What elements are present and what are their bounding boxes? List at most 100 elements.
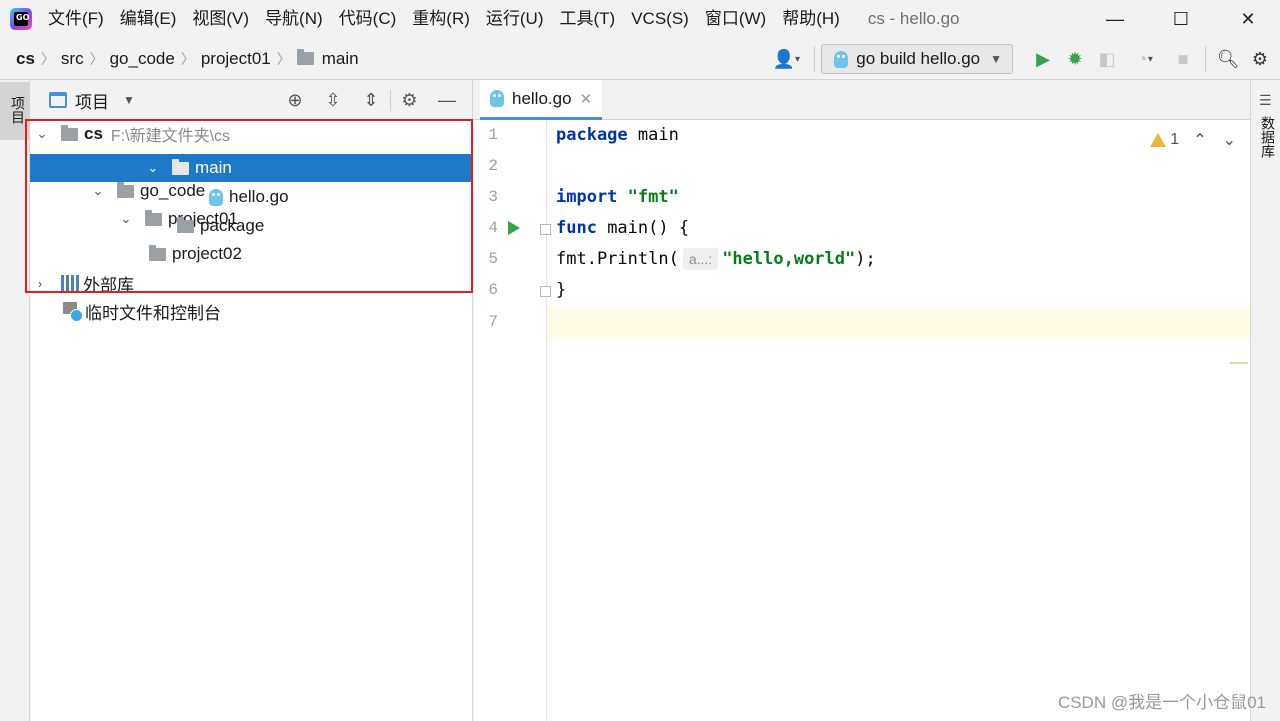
parameter-hint: a...: [682,248,719,270]
tree-item-project02[interactable]: project02 [31,240,473,268]
breadcrumb-item-main[interactable]: main [322,49,359,69]
editor-tab-bar: hello.go ✕ [474,80,1250,120]
collapse-all-icon[interactable]: ⇕ [352,90,390,111]
line-number: 6 [488,281,498,299]
right-tool-strip: ☰ 数据库 [1250,80,1280,721]
editor-gutter: 1 2 3 4 5 6 7 [474,120,551,721]
menu-help[interactable]: 帮助(H) [774,0,848,38]
tree-item-package[interactable]: package [31,212,473,240]
go-file-icon [490,90,504,107]
warning-icon [1150,133,1167,147]
code-line: func main() { [556,218,690,238]
line-number: 1 [488,126,498,144]
folder-icon [149,244,166,261]
project-path: F:\新建文件夹\cs [110,128,231,145]
line-number: 3 [488,188,498,206]
title-bar: GO 文件(F) 编辑(E) 视图(V) 导航(N) 代码(C) 重构(R) 运… [0,0,1280,38]
hide-panel-icon[interactable]: — [428,90,466,111]
project-view-icon [49,92,67,108]
menu-edit[interactable]: 编辑(E) [112,0,185,38]
menu-bar: 文件(F) 编辑(E) 视图(V) 导航(N) 代码(C) 重构(R) 运行(U… [40,0,848,38]
line-number: 7 [488,313,498,331]
left-tool-strip: 项目 [0,80,30,721]
profile-icon[interactable]: ◔ ▾ [1123,43,1167,75]
library-icon [61,275,79,291]
close-window-button[interactable]: ✕ [1218,0,1278,38]
toolbar: 👤 ▾ go build hello.go ▼ ▶ ✹ ◧ ◔ ▾ ■ 🔍︎ ⚙ [764,38,1280,80]
expand-all-icon[interactable]: ⇳ [314,90,352,111]
project-tool-tab[interactable]: 项目 [0,82,30,140]
folder-icon [172,158,189,175]
tree-label: 外部库 [83,275,134,295]
tree-item-hello-go[interactable]: hello.go [31,183,473,211]
line-number: 5 [488,250,498,268]
tree-label: main [195,158,232,177]
tree-label: 临时文件和控制台 [85,303,221,323]
menu-vcs[interactable]: VCS(S) [623,0,697,38]
scrollbar-marker [1230,362,1248,364]
database-icon[interactable]: ☰ [1259,92,1272,109]
project-panel-header: 项目 ▼ ⊕ ⇳ ⇕ ⚙ — [31,80,472,120]
menu-view[interactable]: 视图(V) [184,0,257,38]
project-panel-title[interactable]: 项目 [75,88,109,113]
breadcrumb-item-cs[interactable]: cs [16,49,35,69]
chevron-right-icon[interactable]: › [33,276,47,291]
run-config-label: go build hello.go [856,49,981,68]
navigation-bar: cs 〉 src 〉 go_code 〉 project01 〉 main 👤 ▾… [0,38,1280,80]
code-editor[interactable]: package main import "fmt" func main() { … [548,120,1250,721]
menu-run[interactable]: 运行(U) [478,0,552,38]
minimize-button[interactable]: — [1085,0,1145,38]
tree-item-main[interactable]: ⌄ main [30,154,472,182]
breadcrumb-separator-icon: 〉 [276,50,291,67]
coverage-icon[interactable]: ◧ [1091,43,1123,75]
settings-gear-icon[interactable]: ⚙ [1244,43,1276,75]
database-tool-tab[interactable]: 数据库 [1258,116,1278,158]
folder-icon [61,124,78,141]
menu-file[interactable]: 文件(F) [40,0,112,38]
tab-hello-go[interactable]: hello.go ✕ [480,80,603,120]
search-icon[interactable]: 🔍︎ [1212,43,1244,75]
tree-item-cs[interactable]: ⌄ cs F:\新建文件夹\cs [31,120,473,148]
tree-label: cs [84,124,103,143]
close-icon[interactable]: ✕ [580,90,593,108]
run-gutter-icon[interactable] [508,221,520,235]
code-line: import "fmt" [556,187,679,207]
breadcrumb-separator-icon: 〉 [40,50,55,67]
go-file-icon [834,50,849,68]
folder-icon [177,216,194,233]
editor-area: hello.go ✕ 1 2 3 4 5 6 7 package main im… [474,80,1250,721]
project-panel: 项目 ▼ ⊕ ⇳ ⇕ ⚙ — ⌄ cs F:\新建文件夹\cs ⌄ src ⌄ … [30,80,473,721]
breadcrumb-item-go-code[interactable]: go_code [110,49,175,69]
menu-window[interactable]: 窗口(W) [697,0,774,38]
chevron-down-icon[interactable]: ⌄ [1223,130,1236,150]
breadcrumb-item-src[interactable]: src [61,49,84,69]
chevron-down-icon[interactable]: ▼ [123,93,135,107]
run-configuration-select[interactable]: go build hello.go ▼ [821,44,1013,74]
go-file-icon [209,188,223,206]
inspection-widget[interactable]: 1 ⌃ ⌄ [1150,130,1236,150]
user-icon[interactable]: 👤 ▾ [764,43,808,75]
run-icon[interactable]: ▶ [1027,43,1059,75]
chevron-up-icon[interactable]: ⌃ [1193,130,1206,150]
breadcrumb-item-project01[interactable]: project01 [201,49,271,69]
line-number: 4 [488,219,498,237]
tree-label: project02 [172,244,242,263]
project-tool-tab-label: 项目 [10,96,26,124]
tree-label: hello.go [229,187,289,206]
gear-icon[interactable]: ⚙ [390,89,428,111]
locate-target-icon[interactable]: ⊕ [276,90,314,111]
debug-icon[interactable]: ✹ [1059,43,1091,75]
menu-navigate[interactable]: 导航(N) [257,0,331,38]
menu-refactor[interactable]: 重构(R) [404,0,478,38]
chevron-down-icon[interactable]: ⌄ [146,160,160,176]
menu-code[interactable]: 代码(C) [331,0,405,38]
tree-item-scratches[interactable]: 临时文件和控制台 [31,297,473,325]
folder-icon [296,49,314,65]
chevron-down-icon[interactable]: ⌄ [35,126,49,142]
menu-tools[interactable]: 工具(T) [552,0,624,38]
maximize-button[interactable]: ☐ [1151,0,1211,38]
tree-item-external-libraries[interactable]: › 外部库 [31,269,473,297]
stop-icon[interactable]: ■ [1167,43,1199,75]
code-line: package main [556,125,679,145]
code-line: fmt.Println(a...: "hello,world"); [556,248,876,270]
